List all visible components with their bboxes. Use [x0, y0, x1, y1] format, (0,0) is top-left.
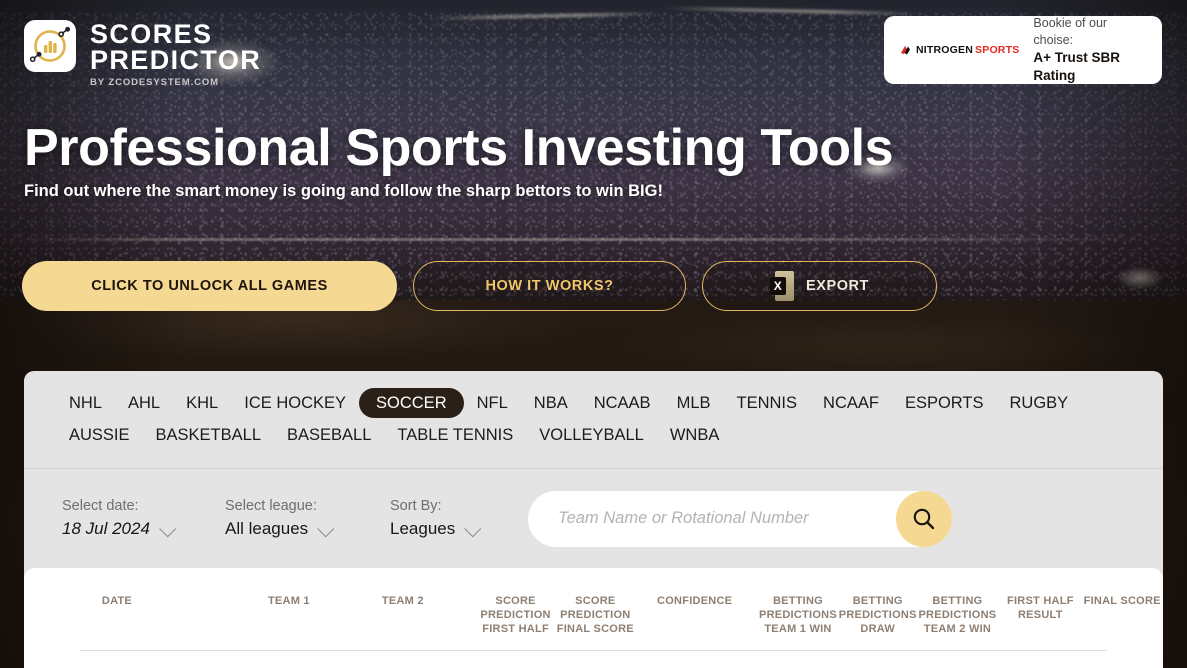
brand-wordmark: SCORES PREDICTOR BY ZCODESYSTEM.COM — [90, 19, 262, 89]
league-filter[interactable]: Select league: All leagues — [225, 498, 390, 539]
sort-filter[interactable]: Sort By: Leagues — [390, 498, 514, 539]
nitrogensports-name-dark: NITROGEN — [916, 44, 974, 56]
tab-ice-hockey[interactable]: ICE HOCKEY — [231, 388, 359, 418]
tab-tennis[interactable]: TENNIS — [724, 388, 811, 418]
search-button[interactable] — [896, 490, 952, 547]
unlock-all-games-button[interactable]: CLICK TO UNLOCK ALL GAMES — [22, 261, 397, 311]
bookie-text: Bookie of our choise: A+ Trust SBR Ratin… — [1033, 15, 1146, 85]
tab-nba[interactable]: NBA — [521, 388, 581, 418]
column-header-betting-draw[interactable]: BETTING PREDICTIONS DRAW — [838, 594, 918, 636]
tab-soccer[interactable]: SOCCER — [359, 388, 464, 418]
chevron-down-icon — [318, 525, 333, 534]
column-header-score-prediction-final-score[interactable]: SCORE PREDICTION FINAL SCORE — [555, 594, 635, 636]
tab-ncaab[interactable]: NCAAB — [581, 388, 664, 418]
bar-chart-circle-icon — [24, 20, 76, 72]
bookie-label: Bookie of our choise: — [1033, 15, 1108, 47]
nitrogensports-name-red: SPORTS — [975, 44, 1020, 56]
filter-bar: Select date: 18 Jul 2024 Select league: … — [24, 469, 1163, 568]
date-filter[interactable]: Select date: 18 Jul 2024 — [62, 498, 225, 539]
chevron-down-icon — [160, 525, 175, 534]
tab-baseball[interactable]: BASEBALL — [274, 420, 384, 450]
cta-button-row: CLICK TO UNLOCK ALL GAMES HOW IT WORKS? … — [22, 261, 937, 311]
page-subtitle: Find out where the smart money is going … — [24, 182, 663, 200]
tab-nhl[interactable]: NHL — [56, 388, 115, 418]
search-icon — [913, 508, 935, 529]
column-header-date[interactable]: DATE — [60, 594, 174, 636]
export-button[interactable]: X EXPORT — [702, 261, 937, 311]
how-it-works-button[interactable]: HOW IT WORKS? — [413, 261, 686, 311]
column-header-betting-team-1-win[interactable]: BETTING PREDICTIONS TEAM 1 WIN — [758, 594, 838, 636]
column-header-confidence[interactable]: CONFIDENCE — [647, 594, 742, 636]
sports-panel: NHL AHL KHL ICE HOCKEY SOCCER NFL NBA NC… — [24, 371, 1163, 668]
excel-x-letter: X — [770, 277, 787, 295]
tab-aussie[interactable]: AUSSIE — [56, 420, 143, 450]
page-root: SCORES PREDICTOR BY ZCODESYSTEM.COM NITR… — [0, 0, 1187, 668]
table-header-row: DATE TEAM 1 TEAM 2 SCORE PREDICTION FIRS… — [24, 568, 1163, 636]
sort-filter-value: Leagues — [390, 519, 456, 538]
league-filter-label: Select league: — [225, 498, 317, 514]
nitrogensports-logo: NITROGEN SPORTS — [900, 44, 1019, 56]
sport-tabs: NHL AHL KHL ICE HOCKEY SOCCER NFL NBA NC… — [24, 371, 1163, 450]
tab-volleyball[interactable]: VOLLEYBALL — [526, 420, 657, 450]
column-header-score-prediction-first-half[interactable]: SCORE PREDICTION FIRST HALF — [476, 594, 556, 636]
column-header-betting-team-2-win[interactable]: BETTING PREDICTIONS TEAM 2 WIN — [918, 594, 998, 636]
brand-line-1: SCORES — [90, 19, 213, 49]
tab-ncaaf[interactable]: NCAAF — [810, 388, 892, 418]
export-button-label: EXPORT — [806, 278, 869, 294]
table-header-divider — [80, 650, 1107, 651]
page-title: Professional Sports Investing Tools — [24, 119, 894, 177]
chevron-down-icon — [465, 525, 480, 534]
brand-line-2: PREDICTOR — [90, 45, 262, 75]
date-filter-value: 18 Jul 2024 — [62, 519, 150, 538]
tab-wnba[interactable]: WNBA — [657, 420, 733, 450]
tab-esports[interactable]: ESPORTS — [892, 388, 997, 418]
tab-khl[interactable]: KHL — [173, 388, 231, 418]
column-header-team-1[interactable]: TEAM 1 — [232, 594, 346, 636]
column-header-first-half-result[interactable]: FIRST HALF RESULT — [1003, 594, 1077, 636]
predictions-table: DATE TEAM 1 TEAM 2 SCORE PREDICTION FIRS… — [24, 568, 1163, 668]
tab-basketball[interactable]: BASKETBALL — [143, 420, 274, 450]
tab-ahl[interactable]: AHL — [115, 388, 173, 418]
bookie-rating: A+ Trust SBR Rating — [1033, 49, 1121, 83]
tab-rugby[interactable]: RUGBY — [997, 388, 1082, 418]
bookie-badge[interactable]: NITROGEN SPORTS Bookie of our choise: A+ … — [884, 16, 1162, 84]
date-filter-label: Select date: — [62, 498, 139, 514]
league-filter-value: All leagues — [225, 519, 309, 538]
sort-filter-label: Sort By: — [390, 498, 442, 514]
excel-file-icon: X — [770, 271, 795, 301]
search-container — [528, 490, 952, 547]
brand-tagline: BY ZCODESYSTEM.COM — [90, 77, 219, 88]
column-header-team-2[interactable]: TEAM 2 — [346, 594, 460, 636]
tab-table-tennis[interactable]: TABLE TENNIS — [384, 420, 526, 450]
column-header-final-score[interactable]: FINAL SCORE — [1081, 594, 1163, 636]
search-input[interactable] — [528, 490, 952, 547]
brand-logo[interactable]: SCORES PREDICTOR BY ZCODESYSTEM.COM — [24, 20, 261, 88]
tab-mlb[interactable]: MLB — [664, 388, 724, 418]
tab-nfl[interactable]: NFL — [464, 388, 521, 418]
